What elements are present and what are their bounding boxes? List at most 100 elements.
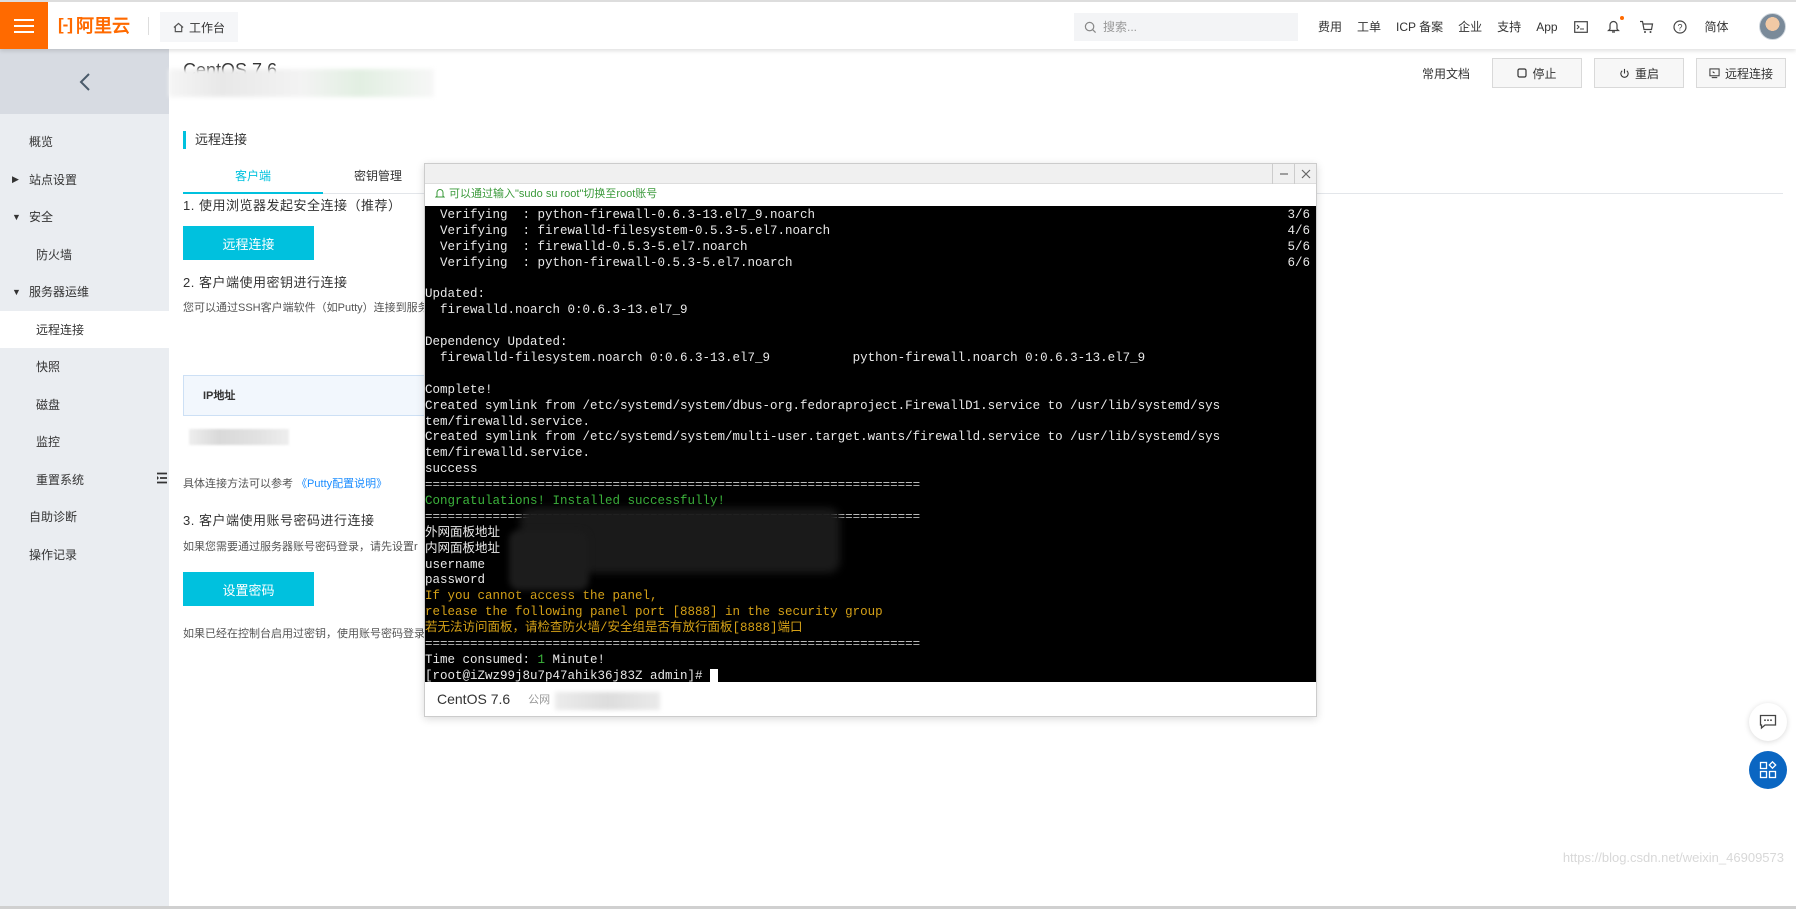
sidebar-item[interactable]: 监控 <box>0 423 169 461</box>
terminal-line-text: Created symlink from /etc/systemd/system… <box>425 430 1221 445</box>
sidebar-item[interactable]: 防火墙 <box>0 236 169 274</box>
sidebar-item[interactable]: 磁盘 <box>0 386 169 424</box>
terminal-line: Updated: <box>425 287 1316 303</box>
remote-connect-top-button[interactable]: 远程连接 <box>1696 58 1786 88</box>
sidebar-item[interactable]: 操作记录 <box>0 536 169 574</box>
help-icon[interactable]: ? <box>1672 19 1688 35</box>
sidebar-item[interactable]: 重置系统 <box>0 461 169 499</box>
top-actions: 常用文档 停止 重启 远程连接 <box>1422 58 1786 88</box>
apps-button[interactable] <box>1749 751 1787 789</box>
sidebar-item-label: 安全 <box>29 210 54 225</box>
terminal-window: 可以通过输入"sudo su root"切换至root账号 Verifying … <box>424 163 1317 717</box>
terminal-line-text: 外网面板地址 <box>425 525 501 540</box>
progress-count: 3/6 <box>1287 208 1310 222</box>
sidebar-item-label: 自助诊断 <box>29 510 78 525</box>
sidebar-item[interactable]: ▼ 服务器运维 <box>0 273 169 311</box>
caret-right-icon: ▶ <box>12 173 19 184</box>
terminal-line: success <box>425 462 1316 478</box>
terminal-line-text: Created symlink from /etc/systemd/system… <box>425 398 1221 413</box>
terminal-line: tem/firewalld.service. <box>425 446 1316 462</box>
back-button[interactable] <box>0 49 169 114</box>
close-icon <box>1301 169 1310 179</box>
stop-label: 停止 <box>1532 66 1557 81</box>
restart-label: 重启 <box>1634 66 1659 81</box>
sidebar-item-label: 监控 <box>36 435 61 450</box>
terminal-icon[interactable] <box>1573 19 1589 35</box>
nav-link-ticket[interactable]: 工单 <box>1357 18 1381 35</box>
search-box[interactable] <box>1074 13 1298 41</box>
svg-text:?: ? <box>1677 22 1682 32</box>
chevron-left-icon <box>79 72 90 91</box>
nav-link-app[interactable]: App <box>1536 20 1557 34</box>
terminal-titlebar[interactable] <box>425 164 1316 184</box>
nav-link-support[interactable]: 支持 <box>1497 18 1521 35</box>
terminal-notice: 可以通过输入"sudo su root"切换至root账号 <box>425 184 1316 202</box>
terminal-line-text: Verifying : python-firewall-0.6.3-13.el7… <box>425 208 816 222</box>
remote-connect-label: 远程连接 <box>1724 66 1773 81</box>
nav-link-enterprise[interactable]: 企业 <box>1458 18 1482 35</box>
terminal-line: Verifying : python-firewall-0.5.3-5.el7.… <box>425 256 1316 272</box>
terminal-line: firewalld-filesystem.noarch 0:0.6.3-13.e… <box>425 351 1316 367</box>
notification-dot <box>1619 15 1624 20</box>
sidebar-item[interactable]: 远程连接 <box>0 310 169 348</box>
sidebar-item-label: 服务器运维 <box>29 285 90 300</box>
nav-link-billing[interactable]: 费用 <box>1318 18 1342 35</box>
terminal-line: Verifying : python-firewall-0.6.3-13.el7… <box>425 208 1316 224</box>
workbench-button[interactable]: 工作台 <box>160 12 238 42</box>
stop-button[interactable]: 停止 <box>1492 58 1582 88</box>
terminal-line: Verifying : firewalld-0.5.3-5.el7.noarch… <box>425 240 1316 256</box>
step-2-description: 您可以通过SSH客户端软件（如Putty）连接到服务 <box>183 302 429 314</box>
terminal-line: Created symlink from /etc/systemd/system… <box>425 430 1316 446</box>
step-2-heading: 2. 客户端使用密钥进行连接 <box>183 275 348 290</box>
language-switch[interactable]: 简体 <box>1705 18 1729 35</box>
stop-icon <box>1517 68 1528 78</box>
docs-link[interactable]: 常用文档 <box>1422 65 1470 82</box>
bell-icon[interactable] <box>1606 15 1624 35</box>
terminal-line-text: ========================================… <box>425 478 921 493</box>
terminal-line-text: If you cannot access the panel, <box>425 589 658 604</box>
nav-link-icp[interactable]: ICP 备案 <box>1396 18 1443 35</box>
tab-client[interactable]: 客户端 <box>183 158 323 194</box>
terminal-output[interactable]: Verifying : python-firewall-0.6.3-13.el7… <box>425 206 1316 682</box>
search-input[interactable] <box>1103 20 1283 34</box>
sidebar-item[interactable]: 概览 <box>0 123 169 161</box>
minimize-button[interactable] <box>1272 164 1294 184</box>
user-avatar[interactable] <box>1759 13 1786 40</box>
sidebar-item-label: 概览 <box>29 135 54 150</box>
close-button[interactable] <box>1294 164 1316 184</box>
logo-divider <box>148 17 149 35</box>
notice-text: 可以通过输入"sudo su root"切换至root账号 <box>449 188 658 200</box>
sidebar-item[interactable]: ▶ 站点设置 <box>0 161 169 199</box>
sidebar-item[interactable]: 快照 <box>0 348 169 386</box>
sidebar-item-label: 磁盘 <box>36 397 61 412</box>
putty-config-link[interactable]: 《Putty配置说明》 <box>296 478 387 490</box>
sidebar-item[interactable]: 自助诊断 <box>0 498 169 536</box>
chat-icon <box>1759 714 1777 730</box>
progress-count: 5/6 <box>1287 239 1310 254</box>
remote-connect-button[interactable]: 远程连接 <box>183 226 314 260</box>
terminal-line: [root@iZwz99j8u7p47ahik36j83Z admin]# <box>425 669 1316 682</box>
sidebar-item[interactable]: ▼ 安全 <box>0 198 169 236</box>
minimize-icon <box>1279 173 1288 175</box>
home-icon <box>173 22 184 32</box>
progress-count: 4/6 <box>1287 223 1310 238</box>
step-3-note: 如果已经在控制台启用过密钥，使用账号密码登录 <box>183 628 425 640</box>
terminal-line-text: Dependency Updated: <box>425 335 568 350</box>
set-password-button[interactable]: 设置密码 <box>183 572 314 606</box>
terminal-line: If you cannot access the panel, <box>425 589 1316 605</box>
menu-button[interactable] <box>0 2 48 49</box>
sidebar-menu: 概览 ▶ 站点设置 ▼ 安全 防火墙 ▼ 服务器运维 远程连接 快照磁盘监控重置系统自助诊断操作记… <box>0 114 169 573</box>
terminal-line-text: success <box>425 462 478 477</box>
feedback-button[interactable] <box>1749 703 1787 741</box>
restart-button[interactable]: 重启 <box>1594 58 1684 88</box>
nav-links: 费用 工单 ICP 备案 企业 支持 App ? 简体 <box>1318 2 1744 51</box>
sidebar-collapse-handle[interactable] <box>155 462 169 494</box>
search-icon <box>1084 21 1097 33</box>
workbench-label: 工作台 <box>188 20 225 35</box>
time-suffix: Minute! <box>545 652 606 667</box>
terminal-line: Complete! <box>425 383 1316 399</box>
aliyun-logo[interactable]: [-] 阿里云 <box>58 14 130 36</box>
terminal-line: firewalld.noarch 0:0.6.3-13.el7_9 <box>425 303 1316 319</box>
cart-icon[interactable] <box>1639 19 1655 35</box>
